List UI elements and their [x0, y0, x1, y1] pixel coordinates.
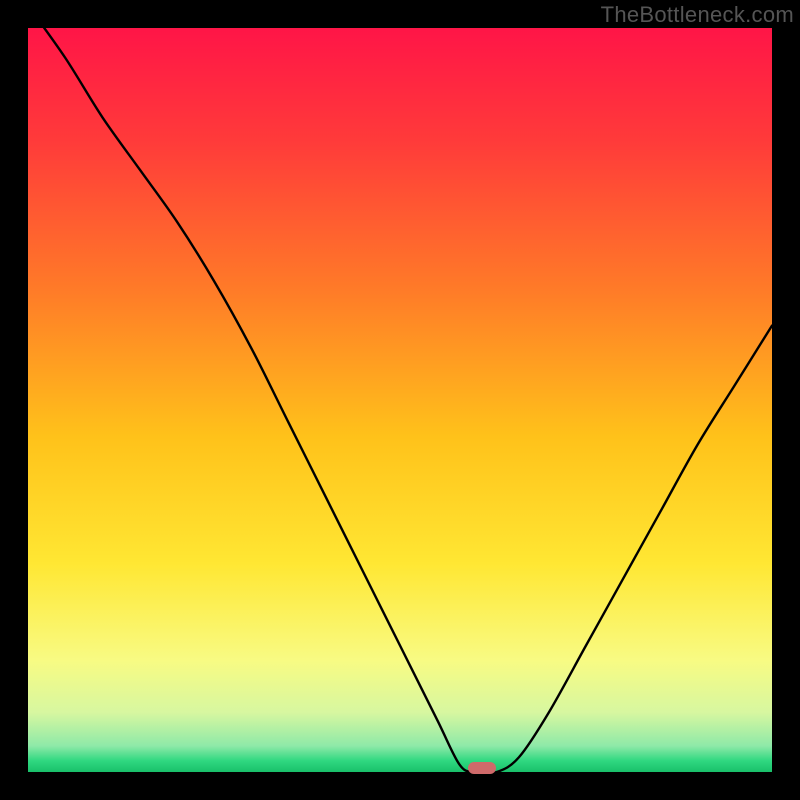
- chart-container: TheBottleneck.com: [0, 0, 800, 800]
- gradient-background: [28, 28, 772, 772]
- plot-frame: [28, 28, 772, 772]
- optimal-marker: [468, 762, 496, 774]
- watermark-text: TheBottleneck.com: [601, 2, 794, 28]
- bottleneck-chart: [28, 28, 772, 772]
